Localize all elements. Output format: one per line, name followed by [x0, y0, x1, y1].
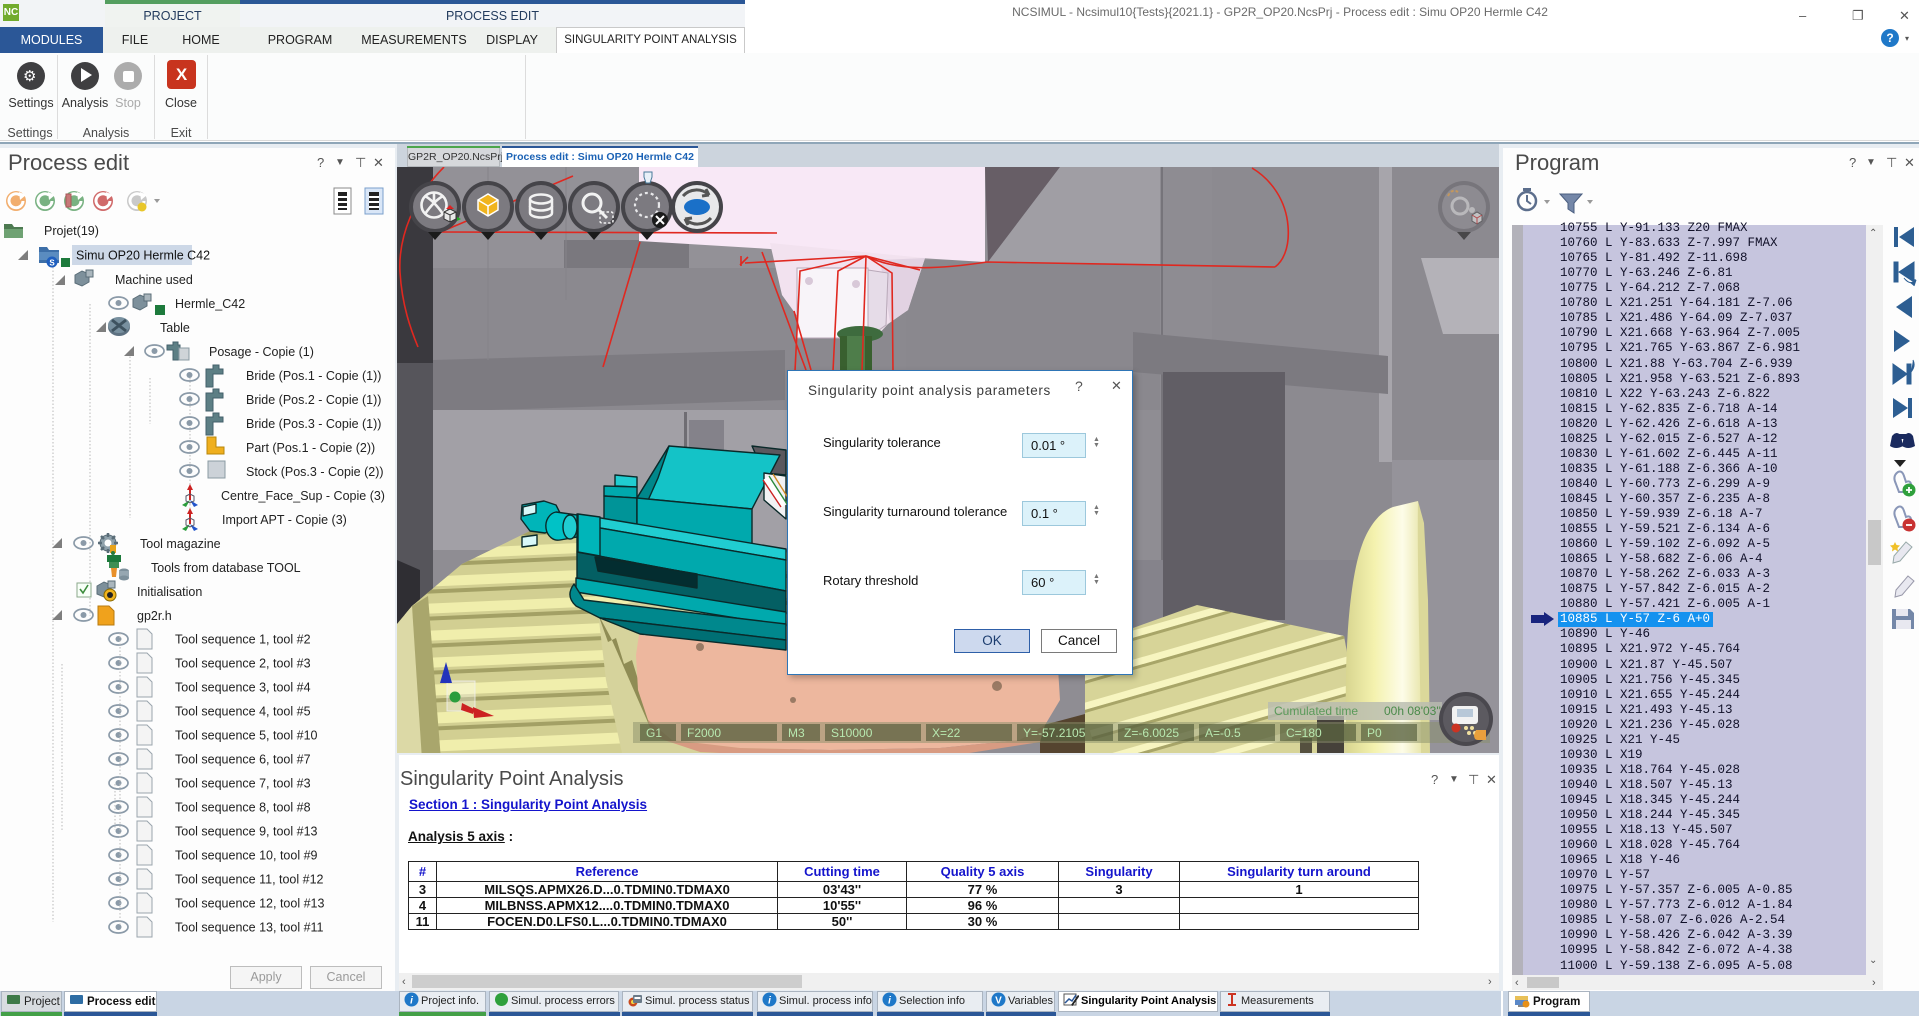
svg-text:Tool sequence 8, tool #8: Tool sequence 8, tool #8 — [175, 801, 311, 815]
svg-text:Projet(19): Projet(19) — [44, 224, 99, 238]
svg-text:Posage - Copie (1): Posage - Copie (1) — [209, 345, 314, 359]
svg-text:Tool sequence 13, tool #11: Tool sequence 13, tool #11 — [175, 921, 324, 935]
svg-text:S: S — [49, 259, 55, 268]
svg-text:Tool sequence 10, tool #9: Tool sequence 10, tool #9 — [175, 849, 318, 863]
svg-text:i: i — [768, 996, 771, 1007]
svg-text:C=180: C=180 — [1286, 726, 1322, 740]
svg-text:Centre_Face_Sup - Copie (3): Centre_Face_Sup - Copie (3) — [221, 489, 385, 503]
svg-text:gp2r.h: gp2r.h — [137, 609, 172, 623]
svg-text:Tool sequence 3, tool #4: Tool sequence 3, tool #4 — [175, 681, 311, 695]
svg-text:A=-0.5: A=-0.5 — [1205, 726, 1241, 740]
svg-text:V: V — [995, 996, 1002, 1007]
svg-text:00h 08'03'': 00h 08'03'' — [1384, 704, 1441, 718]
svg-text:Simu OP20 Hermle C42: Simu OP20 Hermle C42 — [76, 249, 210, 263]
svg-text:S10000: S10000 — [831, 726, 873, 740]
svg-text:F2000: F2000 — [687, 726, 721, 740]
svg-text:Hermle_C42: Hermle_C42 — [175, 297, 245, 311]
svg-text:Tool sequence 6, tool #7: Tool sequence 6, tool #7 — [175, 753, 311, 767]
svg-text:Tool sequence 12, tool #13: Tool sequence 12, tool #13 — [175, 897, 324, 911]
svg-text:Stock (Pos.3 - Copie (2)): Stock (Pos.3 - Copie (2)) — [246, 465, 384, 479]
svg-text:Tool sequence 4, tool #5: Tool sequence 4, tool #5 — [175, 705, 311, 719]
svg-text:Tool sequence 2, tool #3: Tool sequence 2, tool #3 — [175, 657, 311, 671]
svg-text:Part (Pos.1 - Copie (2)): Part (Pos.1 - Copie (2)) — [246, 441, 375, 455]
svg-text:i: i — [888, 996, 891, 1007]
svg-text:Tool sequence 11, tool #12: Tool sequence 11, tool #12 — [175, 873, 324, 887]
svg-text:Import APT - Copie (3): Import APT - Copie (3) — [222, 513, 347, 527]
svg-text:Cumulated time: Cumulated time — [1274, 704, 1358, 718]
svg-text:P0: P0 — [1367, 726, 1382, 740]
svg-text:Tool sequence 9, tool #13: Tool sequence 9, tool #13 — [175, 825, 318, 839]
svg-text:Tool sequence 1, tool #2: Tool sequence 1, tool #2 — [175, 633, 311, 647]
svg-text:Tool magazine: Tool magazine — [140, 537, 221, 551]
svg-text:Tool sequence 7, tool #3: Tool sequence 7, tool #3 — [175, 777, 311, 791]
svg-text:M3: M3 — [788, 726, 805, 740]
svg-text:Y=-57.2105: Y=-57.2105 — [1023, 726, 1086, 740]
svg-text:i: i — [410, 996, 413, 1007]
svg-text:Machine used: Machine used — [115, 273, 193, 287]
svg-text:Bride (Pos.1 - Copie (1)): Bride (Pos.1 - Copie (1)) — [246, 369, 381, 383]
svg-text:Bride (Pos.2 - Copie (1)): Bride (Pos.2 - Copie (1)) — [246, 393, 381, 407]
svg-text:Bride (Pos.3 - Copie (1)): Bride (Pos.3 - Copie (1)) — [246, 417, 381, 431]
svg-text:G1: G1 — [646, 726, 662, 740]
svg-text:Table: Table — [160, 321, 190, 335]
svg-text:Tool sequence 5, tool #10: Tool sequence 5, tool #10 — [175, 729, 318, 743]
svg-text:Tools from database TOOL: Tools from database TOOL — [151, 561, 301, 575]
svg-text:Z=-6.0025: Z=-6.0025 — [1124, 726, 1179, 740]
svg-text:Initialisation: Initialisation — [137, 585, 202, 599]
svg-text:X=22: X=22 — [932, 726, 961, 740]
